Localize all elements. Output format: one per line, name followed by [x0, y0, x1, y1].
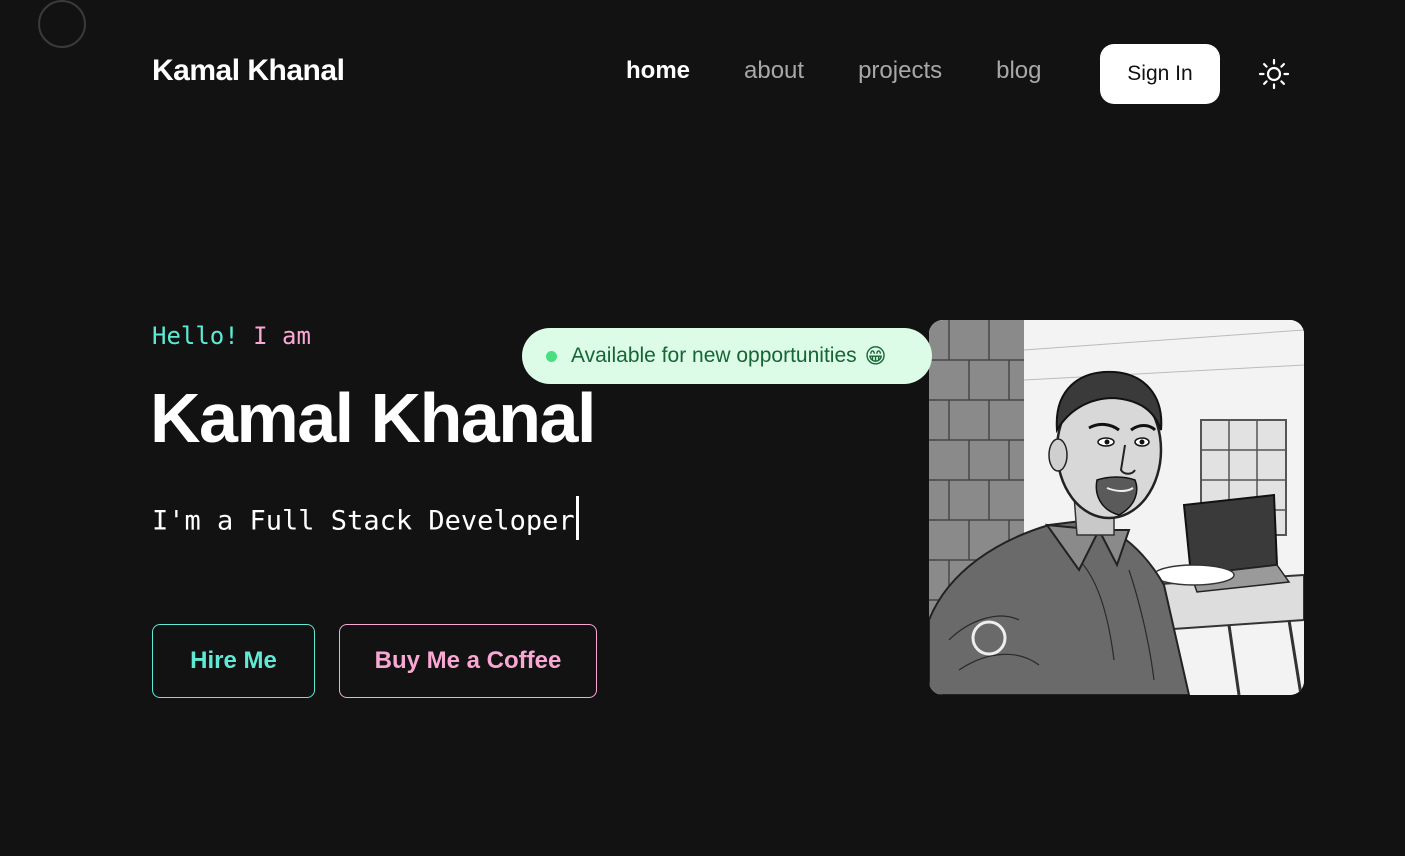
greeting-hello: Hello! [152, 322, 239, 350]
site-brand[interactable]: Kamal Khanal [152, 54, 345, 88]
profile-photo [929, 320, 1304, 695]
main-nav: home about projects blog [626, 57, 1042, 85]
page: Kamal Khanal home about projects blog Si… [0, 0, 1405, 856]
greeting-i-am: I am [253, 322, 311, 350]
nav-projects-link[interactable]: projects [858, 57, 942, 85]
hero-name: Kamal Khanal [150, 379, 596, 457]
sun-icon[interactable] [1258, 58, 1290, 90]
hire-me-button[interactable]: Hire Me [152, 624, 315, 698]
availability-text: Available for new opportunities [571, 344, 857, 367]
buy-me-a-coffee-button[interactable]: Buy Me a Coffee [339, 624, 597, 698]
nav-home-link[interactable]: home [626, 57, 690, 85]
hero-greeting: Hello! I am [152, 322, 311, 350]
status-dot [546, 350, 557, 362]
sign-in-button[interactable]: Sign In [1100, 44, 1220, 104]
nav-about-link[interactable]: about [744, 57, 804, 85]
role-text: I'm a Full Stack Developer [152, 505, 575, 537]
hero-role-typewriter: I'm a Full Stack Developer [152, 496, 579, 544]
typing-caret [575, 496, 579, 540]
cursor-follower-circle [38, 0, 86, 48]
grin-emoji-icon: 😁 [864, 344, 887, 368]
availability-badge: Available for new opportunities 😁 [522, 328, 932, 384]
nav-blog-link[interactable]: blog [996, 57, 1041, 85]
